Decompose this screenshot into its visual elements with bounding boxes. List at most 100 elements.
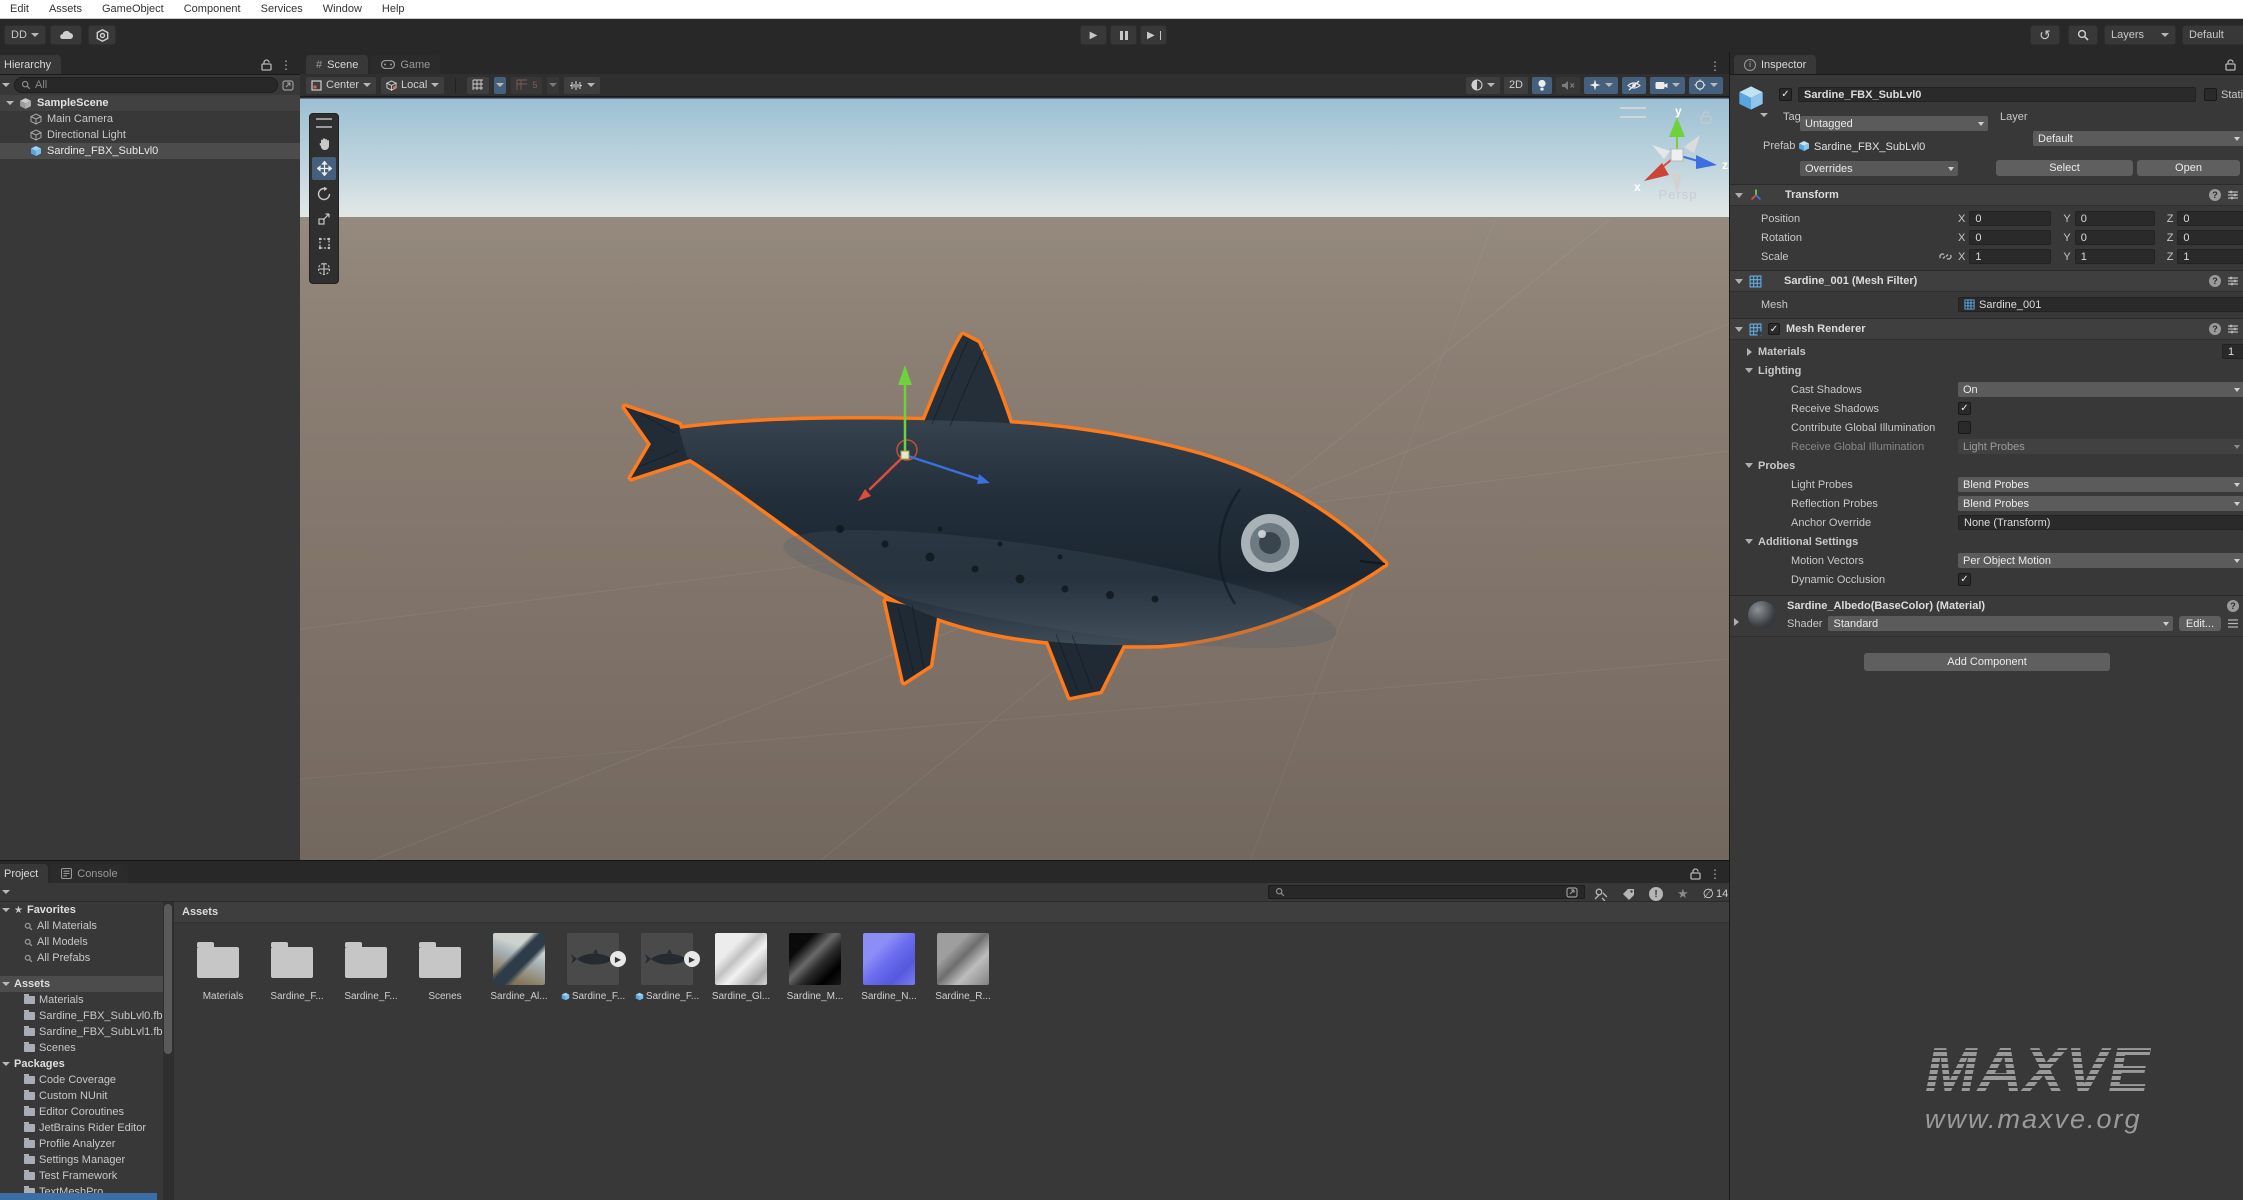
hidden-packages-count[interactable]: ∅ 14 (1703, 886, 1729, 902)
transform-tool-button[interactable] (312, 257, 336, 280)
materials-count-field[interactable]: 1 (2222, 344, 2243, 359)
help-icon[interactable]: ? (2227, 600, 2239, 612)
tree-pkg-code-coverage[interactable]: Code Coverage (0, 1072, 163, 1088)
materials-foldout[interactable]: Materials 1 (1730, 342, 2243, 361)
cast-shadows-dropdown[interactable]: On (1958, 382, 2243, 397)
menu-window[interactable]: Window (313, 3, 372, 15)
grid-axis-dropdown[interactable] (494, 77, 506, 94)
probes-foldout[interactable]: Probes (1730, 456, 2243, 475)
menu-component[interactable]: Component (174, 3, 251, 15)
help-icon[interactable]: ? (2209, 189, 2221, 201)
tree-pkg-editor-coroutines[interactable]: Editor Coroutines (0, 1104, 163, 1120)
grid-snap-button[interactable]: 5 (511, 77, 542, 94)
reflection-probes-dropdown[interactable]: Blend Probes (1958, 496, 2243, 511)
tab-game[interactable]: Game (371, 55, 440, 74)
projection-label[interactable]: Persp (1630, 187, 1726, 202)
menu-edit[interactable]: Edit (0, 3, 39, 15)
asset-texture-rough[interactable]: Sardine_R... (926, 933, 1000, 1002)
tree-assets-root[interactable]: Assets (0, 976, 163, 992)
handle-rotation-dropdown[interactable]: Local (381, 77, 444, 94)
help-icon[interactable]: ? (2209, 275, 2221, 287)
undo-history-button[interactable]: ↺ (2030, 25, 2060, 45)
foldout-icon[interactable] (6, 101, 14, 105)
move-tool-button[interactable] (312, 157, 336, 180)
asset-texture-normal[interactable]: Sardine_N... (852, 933, 926, 1002)
lighting-foldout[interactable]: Lighting (1730, 361, 2243, 380)
grid-opacity-button[interactable] (564, 77, 600, 94)
shader-menu-icon[interactable] (2227, 618, 2239, 629)
search-everywhere-button[interactable] (2068, 25, 2098, 45)
step-button[interactable]: ▶ (1140, 25, 1167, 45)
receive-shadows-checkbox[interactable]: ✓ (1958, 402, 1971, 415)
menu-services[interactable]: Services (251, 3, 313, 15)
link-scale-icon[interactable] (1939, 251, 1952, 262)
scene-lighting-toggle[interactable] (1532, 77, 1552, 94)
tree-pkg-test-framework[interactable]: Test Framework (0, 1168, 163, 1184)
scale-y-field[interactable]: 1 (2075, 249, 2155, 264)
tree-pkg-settings-manager[interactable]: Settings Manager (0, 1152, 163, 1168)
tree-pkg-rider[interactable]: JetBrains Rider Editor (0, 1120, 163, 1136)
menu-assets[interactable]: Assets (39, 3, 92, 15)
tab-hierarchy[interactable]: Hierarchy (0, 55, 61, 74)
tab-scene[interactable]: # Scene (306, 55, 368, 74)
view-tool-button[interactable] (312, 132, 336, 155)
play-badge-icon[interactable]: ▶ (684, 951, 700, 967)
cloud-button[interactable] (50, 25, 82, 45)
favorites-star-icon[interactable]: ★ (1677, 886, 1689, 902)
picker-window-icon[interactable] (282, 80, 294, 91)
project-search-input[interactable] (1268, 885, 1585, 899)
asset-folder-materials[interactable]: Materials (186, 933, 260, 1002)
preset-icon[interactable] (2227, 323, 2239, 335)
pause-button[interactable] (1110, 25, 1137, 45)
audio-toggle-button[interactable] (1556, 77, 1580, 94)
mesh-object-field[interactable]: Sardine_001 (1958, 297, 2243, 312)
account-dropdown[interactable]: DD (4, 25, 46, 45)
material-preview-sphere[interactable] (1748, 601, 1776, 629)
2d-toggle-button[interactable]: 2D (1504, 77, 1528, 94)
active-checkbox[interactable]: ✓ (1779, 88, 1792, 101)
asset-texture-albedo[interactable]: Sardine_Al... (482, 933, 556, 1002)
additional-settings-foldout[interactable]: Additional Settings (1730, 532, 2243, 551)
tree-folder-materials[interactable]: Materials (0, 992, 163, 1008)
shader-dropdown[interactable]: Standard (1828, 616, 2172, 631)
tree-pkg-custom-nunit[interactable]: Custom NUnit (0, 1088, 163, 1104)
motion-vectors-dropdown[interactable]: Per Object Motion (1958, 553, 2243, 568)
preset-icon[interactable] (2227, 189, 2239, 201)
shading-mode-dropdown[interactable] (1466, 77, 1500, 94)
tree-packages-root[interactable]: Packages (0, 1056, 163, 1072)
services-button[interactable] (88, 25, 116, 45)
add-component-button[interactable]: Add Component (1864, 653, 2110, 671)
material-title[interactable]: Sardine_Albedo(BaseColor) (Material) (1787, 600, 1985, 612)
asset-folder-sardine-fbm1[interactable]: Sardine_F... (334, 933, 408, 1002)
contribute-gi-checkbox[interactable] (1958, 421, 1971, 434)
scene-visibility-toggle[interactable] (1622, 77, 1646, 94)
rotation-x-field[interactable]: 0 (1969, 230, 2051, 245)
kebab-menu-icon[interactable]: ⋮ (1709, 869, 1721, 879)
asset-model-fbx-0[interactable]: ▶ Sardine_F... (556, 933, 630, 1002)
renderer-enabled-checkbox[interactable]: ✓ (1768, 323, 1780, 335)
light-probes-dropdown[interactable]: Blend Probes (1958, 477, 2243, 492)
open-button[interactable]: Open (2137, 160, 2240, 176)
asset-folder-sardine-fbm0[interactable]: Sardine_F... (260, 933, 334, 1002)
asset-model-fbx-1[interactable]: ▶ Sardine_F... (630, 933, 704, 1002)
create-dropdown-icon[interactable] (2, 890, 10, 894)
search-by-label-icon[interactable] (1622, 888, 1635, 901)
layers-dropdown[interactable]: Layers (2104, 25, 2176, 45)
overrides-dropdown[interactable]: Overrides (1800, 161, 1958, 176)
tree-folder-sardine0[interactable]: Sardine_FBX_SubLvl0.fbm (0, 1008, 163, 1024)
gizmos-dropdown[interactable] (1689, 77, 1723, 94)
lock-icon[interactable] (2225, 59, 2236, 71)
kebab-menu-icon[interactable]: ⋮ (280, 60, 292, 70)
mesh-renderer-header[interactable]: ✓ Mesh Renderer ? (1730, 318, 2243, 340)
position-x-field[interactable]: 0 (1969, 211, 2051, 226)
position-z-field[interactable]: 0 (2177, 211, 2243, 226)
shader-edit-button[interactable]: Edit... (2179, 616, 2221, 631)
camera-settings-dropdown[interactable] (1650, 77, 1685, 94)
play-badge-icon[interactable]: ▶ (610, 951, 626, 967)
asset-folder-scenes[interactable]: Scenes (408, 933, 482, 1002)
hierarchy-item-main-camera[interactable]: Main Camera (0, 111, 300, 127)
grid-snap-dropdown[interactable] (547, 77, 559, 94)
search-by-type-icon[interactable] (1594, 888, 1608, 901)
header-foldout-icon[interactable] (1760, 113, 1768, 117)
scale-z-field[interactable]: 1 (2177, 249, 2243, 264)
